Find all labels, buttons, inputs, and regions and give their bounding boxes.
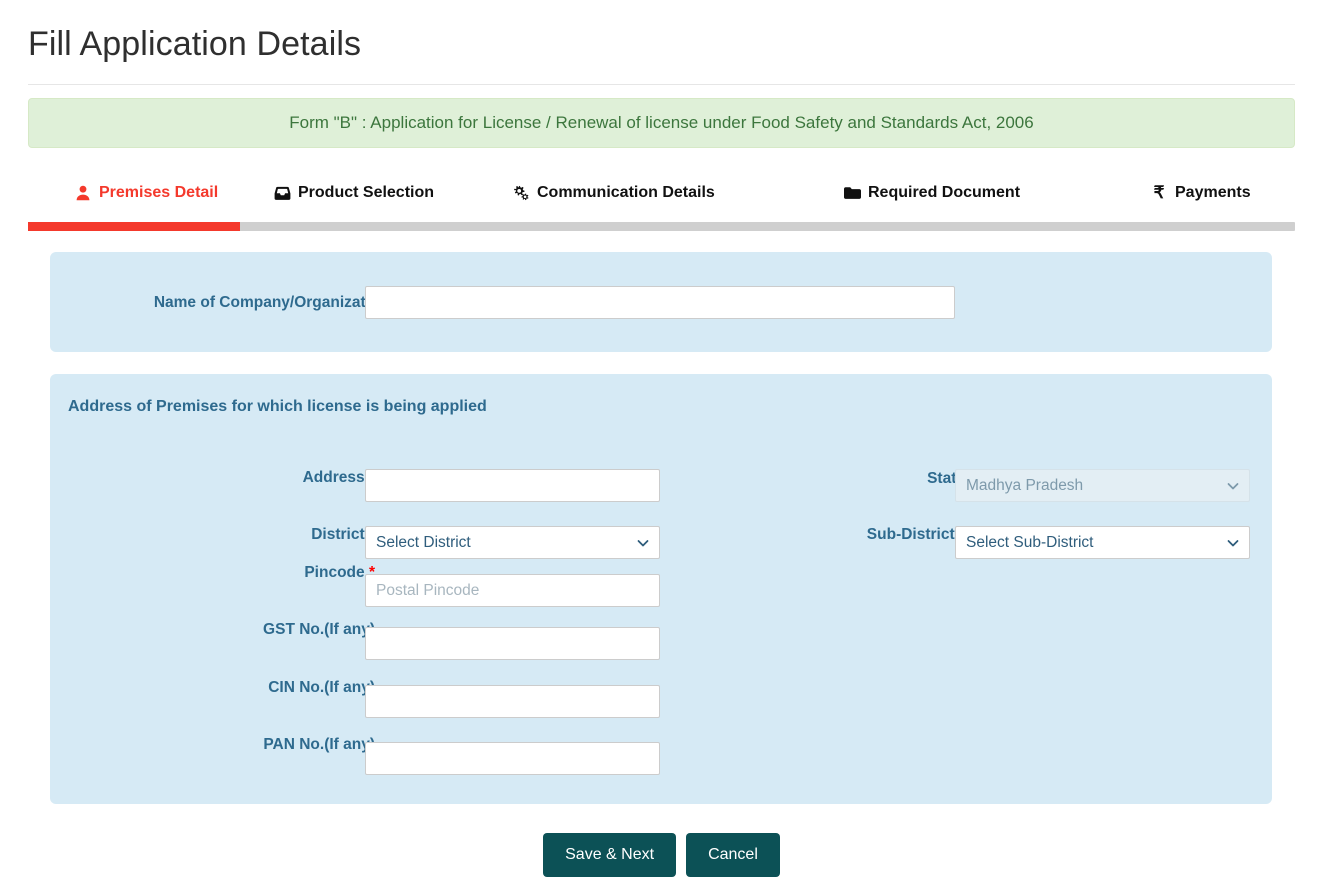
cin-label-text: CIN No.(If any): [268, 679, 375, 696]
address-input-wrapper: [365, 469, 660, 502]
company-name-label-text: Name of Company/Organization: [153, 294, 389, 311]
sub-district-select-value: Select Sub-District: [966, 533, 1094, 551]
tab-label: Payments: [1175, 184, 1251, 201]
form-banner: Form "B" : Application for License / Ren…: [28, 98, 1295, 148]
chevron-down-icon: [1226, 536, 1240, 550]
address-panel: Address of Premises for which license is…: [50, 374, 1272, 804]
title-divider: [28, 84, 1295, 85]
cin-input-wrapper: [365, 685, 660, 718]
save-and-next-button[interactable]: Save & Next: [543, 833, 677, 877]
state-select: Madhya Pradesh: [955, 469, 1250, 502]
state-select-value: Madhya Pradesh: [966, 476, 1084, 494]
folder-icon: [843, 184, 861, 202]
user-icon: [74, 184, 92, 202]
sub-district-select[interactable]: Select Sub-District: [955, 526, 1250, 559]
cin-input[interactable]: [365, 685, 660, 718]
form-action-buttons: Save & Next Cancel: [0, 833, 1323, 877]
company-name-label: Name of Company/Organization*: [80, 293, 395, 313]
tab-communication-details[interactable]: Communication Details: [502, 170, 725, 216]
address-label-text: Address: [302, 469, 365, 486]
tab-label: Communication Details: [537, 184, 715, 201]
sub-district-label-text: Sub-District: [866, 526, 955, 543]
chevron-down-icon: [636, 536, 650, 550]
cin-label: CIN No.(If any): [125, 678, 375, 698]
district-select-value: Select District: [376, 533, 471, 551]
pan-input-wrapper: [365, 742, 660, 775]
company-name-input-wrapper: [365, 286, 955, 319]
gst-label-text: GST No.(If any): [263, 621, 375, 638]
pincode-label: Pincode *: [125, 563, 375, 583]
pincode-input-wrapper: [365, 574, 660, 607]
pan-label-text: PAN No.(If any): [263, 736, 375, 753]
tab-product-selection[interactable]: Product Selection: [263, 170, 444, 216]
company-name-input[interactable]: [365, 286, 955, 319]
pincode-label-text: Pincode: [304, 564, 365, 581]
gst-input[interactable]: [365, 627, 660, 660]
application-form-page: Fill Application Details Form "B" : Appl…: [0, 0, 1323, 893]
state-select-wrapper: Madhya Pradesh: [955, 469, 1250, 502]
tab-label: Premises Detail: [99, 184, 219, 201]
inbox-icon: [273, 184, 291, 202]
pincode-input[interactable]: [365, 574, 660, 607]
district-label: District *: [125, 525, 375, 545]
district-select-wrapper: Select District: [365, 526, 660, 559]
address-input[interactable]: [365, 469, 660, 502]
district-select[interactable]: Select District: [365, 526, 660, 559]
form-banner-text: Form "B" : Application for License / Ren…: [289, 113, 1034, 132]
pan-input[interactable]: [365, 742, 660, 775]
tab-required-document[interactable]: Required Document: [833, 170, 1030, 216]
tab-payments[interactable]: ₹ Payments: [1140, 170, 1261, 216]
tab-label: Product Selection: [298, 184, 435, 201]
chevron-down-icon: [1226, 479, 1240, 493]
address-panel-heading: Address of Premises for which license is…: [68, 398, 487, 415]
sub-district-label: Sub-District *: [715, 525, 965, 545]
tab-progress-track: [28, 222, 1295, 231]
sub-district-select-wrapper: Select Sub-District: [955, 526, 1250, 559]
district-label-text: District: [311, 526, 365, 543]
pan-label: PAN No.(If any): [125, 735, 375, 755]
page-title: Fill Application Details: [28, 25, 362, 63]
cogs-icon: [512, 184, 530, 202]
cancel-button[interactable]: Cancel: [686, 833, 780, 877]
state-label: State: [715, 469, 965, 489]
gst-input-wrapper: [365, 627, 660, 660]
tab-premises-detail[interactable]: Premises Detail: [64, 170, 228, 216]
form-step-tabs: Premises Detail Product Selection Commun…: [28, 170, 1295, 222]
tab-progress-active: [28, 222, 240, 231]
company-panel: Name of Company/Organization*: [50, 252, 1272, 352]
address-label: Address *: [125, 468, 375, 488]
gst-label: GST No.(If any): [125, 620, 375, 640]
rupee-icon: ₹: [1153, 183, 1165, 202]
tab-label: Required Document: [868, 184, 1021, 201]
